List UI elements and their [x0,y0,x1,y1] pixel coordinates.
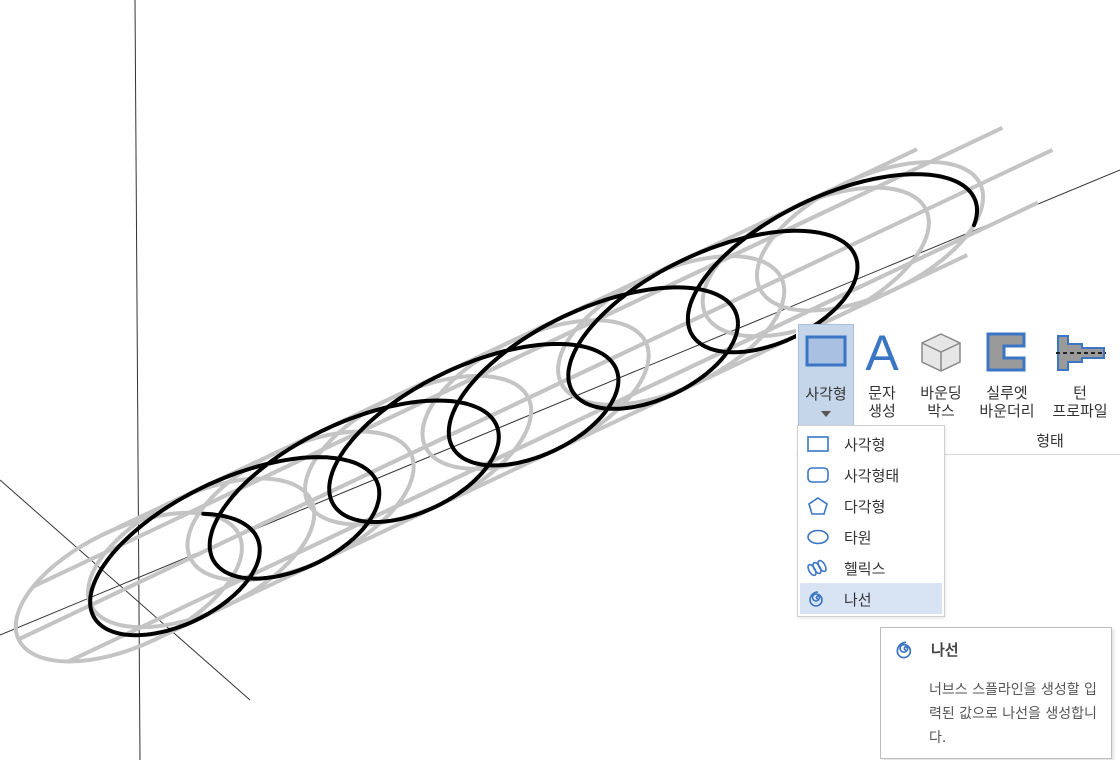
rounded-rectangle-icon [807,467,829,483]
chevron-down-icon[interactable] [821,411,831,417]
rectangle-icon [807,436,829,452]
menu-item-rectangle[interactable]: 사각형 [800,428,942,459]
polygon-icon [808,497,828,515]
shape-dropdown-menu: 사각형 사각형태 다각형 타원 헬릭스 나선 [797,425,945,617]
silhouette-boundary-button[interactable]: 실루엣 바운더리 [972,324,1042,428]
turn-profile-icon [1056,335,1106,371]
spiral-icon [809,591,823,607]
menu-item-spiral[interactable]: 나선 [800,583,942,614]
helix-icon [807,559,827,577]
turn-profile-button[interactable]: 턴 프로파일 [1042,324,1118,428]
spiral-icon [896,641,912,659]
menu-item-rounded-rectangle[interactable]: 사각형태 [800,459,942,490]
tooltip-description: 너브스 스플라인을 생성할 입력된 값으로 나선을 생성합니다. [929,682,1097,746]
menu-item-helix[interactable]: 헬릭스 [800,552,942,583]
letter-a-icon: A [865,330,899,374]
cube-icon [921,333,961,372]
bounding-box-button[interactable]: 바운딩 박스 [910,324,972,428]
create-text-button[interactable]: A 문자 생성 [858,324,906,428]
rectangle-button[interactable]: 사각형 [798,324,854,430]
ellipse-icon [807,529,829,545]
tooltip-title: 나선 [931,641,959,659]
menu-item-polygon[interactable]: 다각형 [800,490,942,521]
rectangle-icon [805,335,847,367]
group-label: 형태 [1036,432,1064,450]
silhouette-icon [986,332,1026,372]
menu-item-ellipse[interactable]: 타원 [800,521,942,552]
svg-text:A: A [865,330,899,374]
spiral-tooltip: 나선 너브스 스플라인을 생성할 입력된 값으로 나선을 생성합니다. [880,627,1112,759]
